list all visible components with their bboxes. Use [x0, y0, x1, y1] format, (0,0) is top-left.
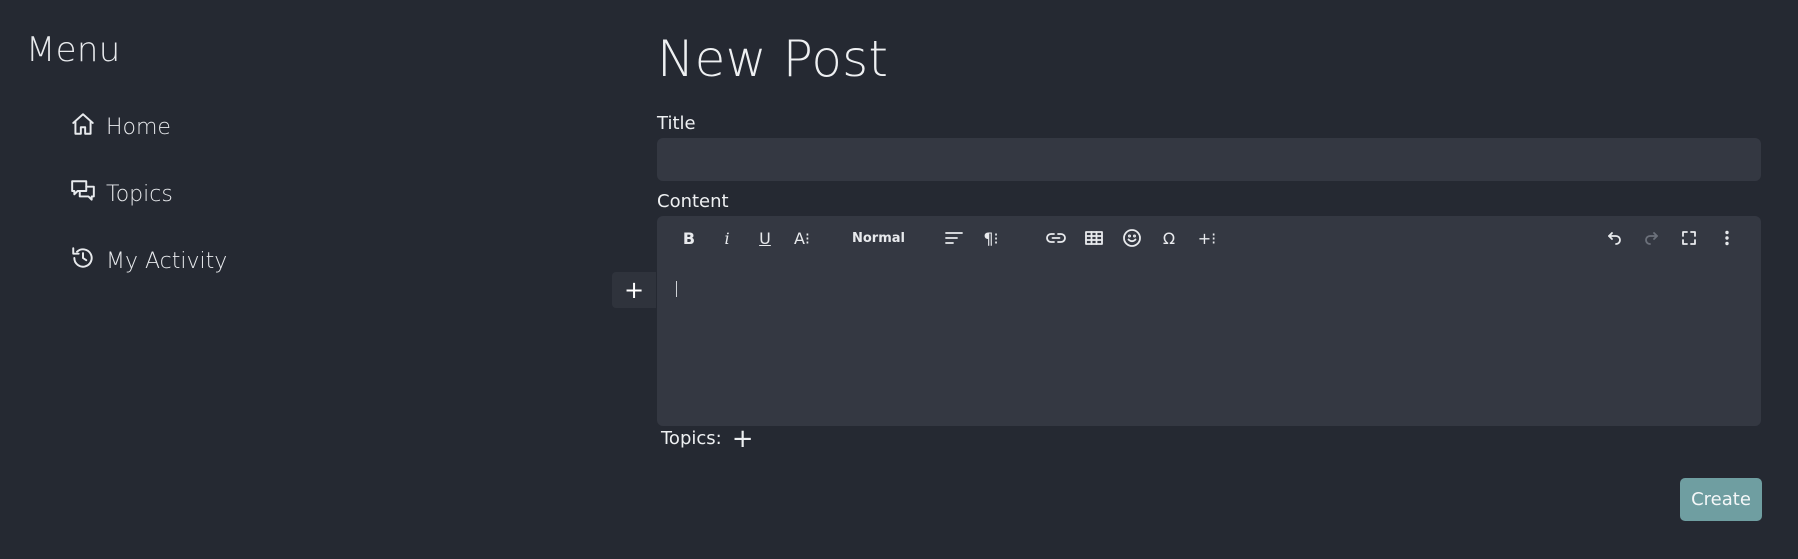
sidebar-item-my-activity[interactable]: My Activity [70, 245, 227, 277]
title-input[interactable] [657, 138, 1761, 181]
more-options-button[interactable] [1715, 226, 1739, 250]
sidebar-item-label: Topics [106, 181, 173, 207]
editor-toolbar: B i U A⁝ Normal ¶⁝ Ω +⁝ [657, 216, 1761, 260]
sidebar-item-label: My Activity [106, 248, 228, 274]
more-vertical-icon [1725, 230, 1729, 246]
undo-button[interactable] [1602, 226, 1626, 250]
font-size-button[interactable]: A⁝ [790, 226, 814, 250]
insert-more-button[interactable]: +⁝ [1195, 226, 1219, 250]
create-button[interactable]: Create [1680, 478, 1762, 521]
insert-link-button[interactable] [1044, 226, 1068, 250]
sidebar-item-label: Home [106, 114, 171, 140]
topics-label: Topics: [661, 428, 722, 449]
special-character-button[interactable]: Ω [1157, 226, 1181, 250]
insert-emoticon-button[interactable] [1120, 226, 1144, 250]
fullscreen-button[interactable] [1677, 226, 1701, 250]
history-icon [70, 245, 96, 277]
table-icon [1085, 231, 1103, 245]
page-title: New Post [657, 30, 889, 88]
fullscreen-icon [1682, 231, 1696, 245]
content-label: Content [657, 191, 729, 212]
editor-content-area[interactable] [657, 266, 1761, 416]
align-left-icon [945, 232, 963, 244]
bold-button[interactable]: B [677, 226, 701, 250]
add-block-button[interactable]: + [612, 272, 656, 308]
redo-button[interactable] [1640, 226, 1664, 250]
emoticon-icon [1123, 229, 1141, 247]
content-editor: B i U A⁝ Normal ¶⁝ Ω +⁝ [657, 216, 1761, 426]
topics-row: Topics: + [661, 426, 754, 452]
italic-button[interactable]: i [715, 226, 739, 250]
redo-icon [1645, 232, 1658, 245]
sidebar-item-topics[interactable]: Topics [70, 178, 173, 210]
align-button[interactable] [942, 226, 966, 250]
add-topic-button[interactable]: + [732, 426, 754, 452]
menu-title: Menu [26, 30, 121, 70]
undo-icon [1608, 232, 1621, 245]
paragraph-format-button[interactable]: ¶⁝ [979, 226, 1003, 250]
text-caret [676, 281, 677, 297]
insert-table-button[interactable] [1082, 226, 1106, 250]
home-icon [70, 111, 96, 143]
underline-button[interactable]: U [753, 226, 777, 250]
link-icon [1046, 233, 1066, 243]
paragraph-style-select[interactable]: Normal [852, 226, 905, 250]
sidebar-item-home[interactable]: Home [70, 111, 171, 143]
title-label: Title [657, 113, 696, 134]
chat-bubbles-icon [70, 178, 96, 210]
page: Menu Home Topics My Activity New Post Ti… [0, 0, 1798, 559]
